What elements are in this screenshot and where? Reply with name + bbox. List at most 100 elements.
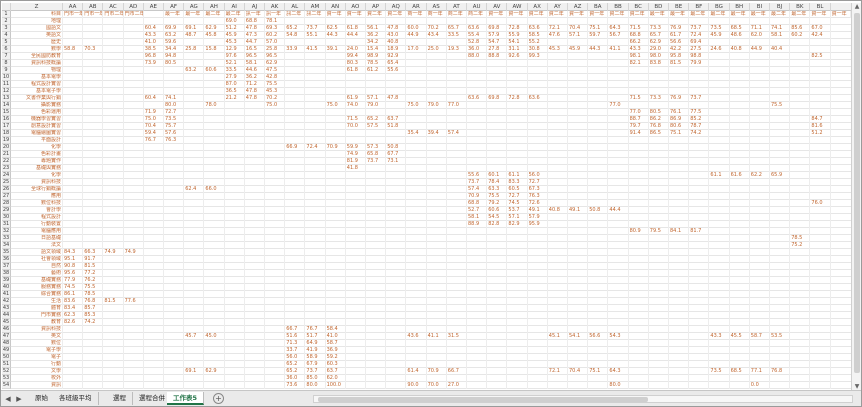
score-cell[interactable] (507, 256, 528, 263)
score-cell[interactable] (326, 305, 346, 312)
score-cell[interactable] (406, 95, 427, 102)
score-cell[interactable] (124, 305, 144, 312)
score-cell[interactable] (427, 53, 447, 60)
score-cell[interactable] (689, 242, 710, 249)
score-cell[interactable]: 70.3 (83, 46, 104, 53)
score-cell[interactable] (588, 165, 609, 172)
score-cell[interactable] (770, 74, 791, 81)
score-cell[interactable] (669, 326, 690, 333)
score-cell[interactable]: 76.8 (770, 368, 791, 375)
score-cell[interactable] (810, 102, 831, 109)
score-cell[interactable] (608, 319, 629, 326)
score-cell[interactable] (730, 95, 750, 102)
score-cell[interactable] (750, 144, 770, 151)
score-cell[interactable] (810, 67, 831, 74)
score-cell[interactable] (750, 221, 770, 228)
score-cell[interactable]: 67.3 (528, 186, 548, 193)
score-cell[interactable] (689, 151, 710, 158)
score-cell[interactable] (689, 235, 710, 242)
score-cell[interactable] (346, 291, 366, 298)
score-cell[interactable] (467, 312, 488, 319)
score-cell[interactable] (164, 340, 185, 347)
score-cell[interactable] (770, 207, 791, 214)
score-cell[interactable] (184, 102, 205, 109)
score-cell[interactable] (528, 165, 548, 172)
score-cell[interactable]: 95.8 (669, 53, 690, 60)
score-cell[interactable] (265, 347, 286, 354)
score-cell[interactable] (568, 361, 589, 368)
score-cell[interactable] (528, 116, 548, 123)
score-cell[interactable]: 44.7 (245, 39, 265, 46)
score-cell[interactable] (810, 137, 831, 144)
score-cell[interactable] (669, 193, 690, 200)
score-cell[interactable] (305, 18, 326, 25)
column-header[interactable]: AN (326, 3, 346, 11)
score-cell[interactable]: 65.2 (366, 116, 387, 123)
score-cell[interactable] (103, 263, 124, 270)
score-cell[interactable] (810, 60, 831, 67)
score-cell[interactable] (447, 347, 467, 354)
score-cell[interactable] (669, 172, 690, 179)
score-cell[interactable] (447, 74, 467, 81)
class-header-cell[interactable]: 最一年 (164, 11, 185, 18)
class-header-cell[interactable]: 資二年 (366, 11, 387, 18)
score-cell[interactable] (649, 249, 669, 256)
score-cell[interactable] (346, 347, 366, 354)
column-header[interactable]: AQ (386, 3, 407, 11)
score-cell[interactable] (245, 165, 265, 172)
score-cell[interactable] (427, 347, 447, 354)
score-cell[interactable] (124, 60, 144, 67)
score-cell[interactable] (750, 151, 770, 158)
score-cell[interactable]: 96.5 (265, 53, 286, 60)
score-cell[interactable] (63, 18, 84, 25)
score-cell[interactable] (285, 312, 306, 319)
score-cell[interactable] (467, 88, 488, 95)
score-cell[interactable] (669, 368, 690, 375)
score-cell[interactable] (548, 221, 568, 228)
subject-label-cell[interactable]: 資訊科技 (11, 326, 63, 333)
score-cell[interactable] (124, 18, 144, 25)
score-cell[interactable] (507, 298, 528, 305)
score-cell[interactable] (669, 284, 690, 291)
score-cell[interactable] (487, 333, 508, 340)
score-cell[interactable] (204, 200, 225, 207)
subject-label-cell[interactable]: 行動裝置 (11, 221, 63, 228)
score-cell[interactable] (63, 368, 84, 375)
row-header[interactable]: 46 (2, 326, 11, 333)
score-cell[interactable] (810, 326, 831, 333)
score-cell[interactable]: 44.3 (588, 46, 609, 53)
subject-label-cell[interactable]: 全球行銷概論 (11, 186, 63, 193)
score-cell[interactable] (124, 291, 144, 298)
score-cell[interactable] (427, 326, 447, 333)
score-cell[interactable] (467, 144, 488, 151)
column-header[interactable]: AW (507, 3, 528, 11)
score-cell[interactable] (427, 207, 447, 214)
score-cell[interactable] (709, 263, 730, 270)
score-cell[interactable] (63, 340, 84, 347)
score-cell[interactable]: 41.8 (346, 165, 366, 172)
score-cell[interactable] (406, 305, 427, 312)
score-cell[interactable]: 45.9 (709, 32, 730, 39)
row-header[interactable]: 15 (2, 109, 11, 116)
score-cell[interactable] (447, 95, 467, 102)
score-cell[interactable]: 76.2 (83, 277, 104, 284)
scroll-up-arrow-icon[interactable]: ▲ (852, 3, 861, 11)
score-cell[interactable] (750, 109, 770, 116)
score-cell[interactable]: 88.7 (629, 116, 649, 123)
column-header[interactable]: AM (305, 3, 326, 11)
score-cell[interactable] (63, 109, 84, 116)
score-cell[interactable] (810, 158, 831, 165)
score-cell[interactable]: 0.0 (750, 382, 770, 389)
score-cell[interactable] (770, 361, 791, 368)
score-cell[interactable] (144, 340, 164, 347)
score-cell[interactable] (669, 207, 690, 214)
score-cell[interactable] (184, 347, 205, 354)
score-cell[interactable] (750, 263, 770, 270)
score-cell[interactable] (507, 130, 528, 137)
horizontal-scrollbar[interactable] (313, 395, 853, 403)
score-cell[interactable] (305, 179, 326, 186)
score-cell[interactable] (305, 95, 326, 102)
score-cell[interactable] (225, 382, 245, 389)
score-cell[interactable] (225, 172, 245, 179)
score-cell[interactable]: 74.0 (346, 102, 366, 109)
